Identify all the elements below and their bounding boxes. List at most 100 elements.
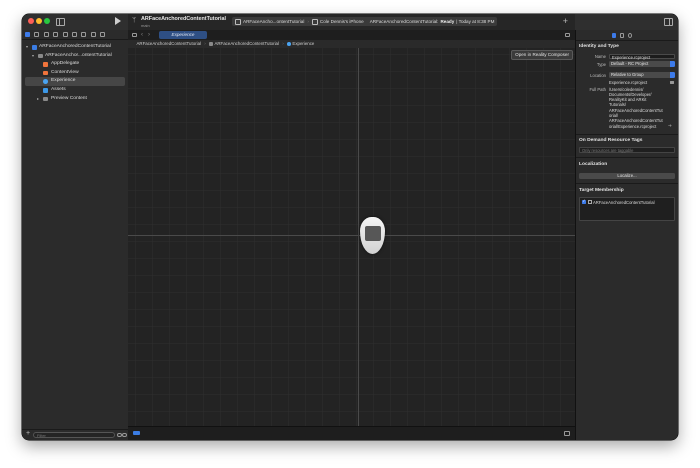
run-button[interactable] xyxy=(115,17,121,25)
status-project: ARFaceAnchoredContentTutorial: xyxy=(369,19,439,24)
tree-item-group[interactable]: ▾ ARFaceAnchor...ontentTutorial xyxy=(22,52,128,61)
section-divider xyxy=(576,183,678,184)
navigator-toggle-icon[interactable] xyxy=(56,18,65,26)
project-icon xyxy=(32,45,37,50)
tree-item-label: Assets xyxy=(51,86,66,92)
add-file-icon[interactable]: + xyxy=(26,430,30,437)
breadcrumb-group[interactable]: ARFaceAnchoredContentTutorial xyxy=(214,41,279,46)
reality-composer-preview-canvas[interactable]: Open in Reality Composer xyxy=(128,48,575,427)
localize-button[interactable]: Localize... xyxy=(579,173,675,179)
debug-navigator-icon[interactable] xyxy=(81,32,87,37)
tree-item-contentview[interactable]: ContentView xyxy=(22,69,128,78)
symbol-navigator-icon[interactable] xyxy=(43,32,49,37)
breakpoint-navigator-icon[interactable] xyxy=(90,32,96,37)
debug-area-toggle-icon[interactable] xyxy=(133,431,140,435)
debug-bar xyxy=(128,426,575,440)
tree-item-label: ARFaceAnchoredContentTutorial xyxy=(39,44,111,49)
related-items-icon[interactable] xyxy=(132,32,137,37)
test-navigator-icon[interactable] xyxy=(71,32,77,37)
status-time: | Today at 8:38 PM xyxy=(456,19,495,24)
branch-name: main xyxy=(141,23,150,28)
report-navigator-icon[interactable] xyxy=(100,32,106,37)
help-inspector-icon[interactable] xyxy=(628,32,632,38)
identity-and-type-header: Identity and Type xyxy=(579,44,619,49)
xcode-window: ᛘ ARFaceAnchoredContentTutorial main ARF… xyxy=(22,14,678,440)
project-navigator: ▾ ARFaceAnchoredContentTutorial ▾ ARFace… xyxy=(22,30,129,440)
breadcrumb-separator-icon: › xyxy=(204,41,206,46)
add-tab-icon[interactable]: + xyxy=(563,16,568,26)
tab-experience[interactable]: Experience xyxy=(159,31,207,39)
breadcrumb-file[interactable]: Experience xyxy=(292,41,314,46)
back-arrow-icon[interactable]: ‹ xyxy=(141,30,143,40)
folder-icon xyxy=(38,53,43,59)
branch-icon: ᛘ xyxy=(132,17,137,24)
location-label: Location xyxy=(590,73,606,78)
toolbar-right-section xyxy=(575,14,678,30)
target-checkbox[interactable] xyxy=(582,198,586,204)
toolbar-center-section: ᛘ ARFaceAnchoredContentTutorial main ARF… xyxy=(128,14,575,30)
face-anchor-mask-icon[interactable] xyxy=(360,217,385,254)
issue-navigator-icon[interactable] xyxy=(62,32,68,37)
forward-arrow-icon[interactable]: › xyxy=(148,30,150,40)
target-membership-list: ARFaceAnchoredContentTutorial xyxy=(579,197,675,221)
recent-files-icon[interactable] xyxy=(117,432,122,437)
file-inspector-icon[interactable] xyxy=(612,32,616,38)
full-path-label: Full Path xyxy=(589,87,606,92)
grid-z-axis xyxy=(358,48,359,427)
split-view-icon[interactable] xyxy=(564,431,570,436)
status-state: Ready xyxy=(440,19,455,24)
location-popup[interactable]: Relative to Group xyxy=(609,72,675,78)
project-navigator-icon[interactable] xyxy=(25,32,30,37)
breadcrumb-project[interactable]: ARFaceAnchoredContentTutorial xyxy=(137,41,202,46)
swift-file-icon xyxy=(43,62,48,67)
tree-item-appdelegate[interactable]: AppDelegate xyxy=(22,60,128,69)
reality-composer-icon xyxy=(286,41,291,46)
full-path-line: orial/Experience.rcproject xyxy=(609,123,657,129)
file-inspector: Identity and Type Name Experience.rcproj… xyxy=(575,30,678,440)
scheme-separator-icon: › xyxy=(307,19,309,24)
localization-header: Localization xyxy=(579,162,608,167)
zoom-window-button[interactable] xyxy=(44,18,50,24)
scheme-activity-bar[interactable]: ARFaceAncho...ontentTutorial › Cole Denn… xyxy=(232,17,498,26)
folder-icon xyxy=(208,41,213,46)
disclosure-open-icon[interactable]: ▾ xyxy=(26,43,28,52)
tree-item-preview-content[interactable]: ▸ Preview Content xyxy=(22,95,128,104)
disclosure-closed-icon[interactable]: ▸ xyxy=(37,95,39,104)
tree-item-label: AppDelegate xyxy=(51,61,80,67)
navigator-filter-bar: + Filter xyxy=(22,429,128,440)
folder-icon xyxy=(43,96,48,102)
reveal-folder-icon[interactable] xyxy=(670,81,674,84)
tree-item-assets[interactable]: Assets xyxy=(22,86,128,95)
history-inspector-icon[interactable] xyxy=(620,32,624,38)
run-destination[interactable]: Cole Dennis's iPhone xyxy=(320,19,364,24)
resource-tags-field[interactable]: Only resources are taggable xyxy=(579,147,675,153)
tree-item-project[interactable]: ▾ ARFaceAnchoredContentTutorial xyxy=(22,43,128,52)
section-divider xyxy=(576,157,678,158)
navigator-filter-input[interactable]: Filter xyxy=(33,432,115,438)
tree-item-label: ContentView xyxy=(51,69,79,75)
on-demand-resource-tags-header: On Demand Resource Tags xyxy=(579,138,643,143)
close-window-button[interactable] xyxy=(28,18,34,24)
type-popup[interactable]: Default - RC Project xyxy=(609,61,675,67)
scheme-target[interactable]: ARFaceAncho...ontentTutorial xyxy=(243,19,304,24)
type-label: Type xyxy=(596,62,606,67)
project-icon xyxy=(131,42,135,46)
scm-filter-icon[interactable] xyxy=(122,432,127,437)
editor-options-icon[interactable] xyxy=(565,32,570,37)
swift-file-icon xyxy=(43,70,48,76)
name-field[interactable]: Experience.rcproject xyxy=(609,53,675,60)
navigator-selector-bar xyxy=(22,30,128,40)
tree-item-label: Preview Content xyxy=(51,95,87,101)
disclosure-open-icon[interactable]: ▾ xyxy=(32,52,34,61)
reveal-in-finder-icon[interactable]: ➔ xyxy=(668,123,672,129)
find-navigator-icon[interactable] xyxy=(53,32,59,37)
minimize-window-button[interactable] xyxy=(36,18,42,24)
section-divider xyxy=(576,134,678,135)
target-name: ARFaceAnchoredContentTutorial xyxy=(593,199,655,205)
open-in-reality-composer-button[interactable]: Open in Reality Composer xyxy=(511,50,573,60)
source-control-icon[interactable] xyxy=(34,32,40,37)
tree-item-experience[interactable]: Experience xyxy=(25,77,125,86)
location-file-name: Experience.rcproject xyxy=(609,80,648,85)
inspector-toggle-icon[interactable] xyxy=(664,18,673,26)
breadcrumb-separator-icon: › xyxy=(282,41,284,46)
